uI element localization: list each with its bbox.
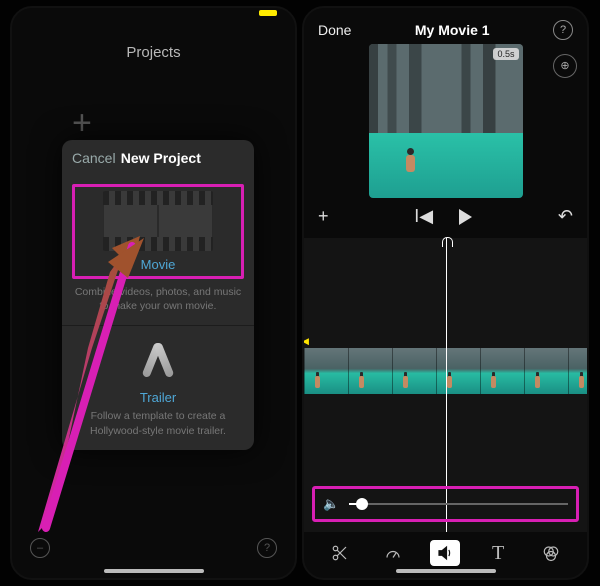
tutorial-composite: Projects + Cancel New Project Movie Comb… xyxy=(0,0,600,586)
home-indicator[interactable] xyxy=(396,569,496,573)
video-preview[interactable]: 0.5s xyxy=(369,44,523,198)
trailer-option[interactable]: Trailer Follow a template to create a Ho… xyxy=(62,325,254,449)
add-media-button[interactable]: + xyxy=(318,206,329,227)
filmstrip-icon xyxy=(103,191,213,251)
movie-option-title: Movie xyxy=(81,257,235,272)
speed-tool[interactable] xyxy=(378,540,408,566)
undo-button[interactable]: ↶ xyxy=(558,206,573,227)
cancel-button[interactable]: Cancel xyxy=(72,150,116,166)
annotation-highlight: Movie xyxy=(72,184,244,279)
volume-track[interactable] xyxy=(349,503,568,505)
clip-thumbnail[interactable] xyxy=(392,348,436,394)
home-indicator[interactable] xyxy=(104,569,204,573)
prev-frame-button[interactable]: I◀ xyxy=(414,206,433,227)
phone-projects: Projects + Cancel New Project Movie Comb… xyxy=(10,6,297,580)
clip-thumbnail[interactable] xyxy=(524,348,568,394)
volume-slider[interactable]: 🔈 xyxy=(312,486,579,522)
play-button[interactable] xyxy=(459,209,472,225)
zoom-icon[interactable]: ⊕ xyxy=(553,54,577,78)
trailer-option-title: Trailer xyxy=(72,390,244,405)
titles-tool[interactable]: T xyxy=(483,540,513,566)
done-button[interactable]: Done xyxy=(318,22,351,38)
movie-option-description: Combine videos, photos, and music to mak… xyxy=(72,285,244,313)
project-title: My Movie 1 xyxy=(351,22,553,38)
split-tool[interactable] xyxy=(325,540,355,566)
clip-thumbnail[interactable] xyxy=(436,348,480,394)
add-project-button[interactable]: + xyxy=(72,104,92,143)
volume-knob[interactable] xyxy=(356,498,368,510)
clip-thumbnail[interactable] xyxy=(568,348,589,394)
audio-tool[interactable] xyxy=(430,540,460,566)
movie-option[interactable]: Movie Combine videos, photos, and music … xyxy=(62,170,254,325)
status-indicator xyxy=(259,10,277,16)
clip-duration-badge: 0.5s xyxy=(493,48,518,60)
clip-thumbnail[interactable] xyxy=(348,348,392,394)
edit-toolbar: T xyxy=(304,540,587,566)
clip-thumbnail[interactable] xyxy=(304,348,348,394)
phone-editor: Done My Movie 1 ? ⊕ 0.5s + I◀ ↶ xyxy=(302,6,589,580)
new-project-sheet: Cancel New Project Movie Combine videos,… xyxy=(62,140,254,450)
footer-help-icon[interactable]: ? xyxy=(257,538,277,558)
filters-tool[interactable] xyxy=(536,540,566,566)
trailer-option-description: Follow a template to create a Hollywood-… xyxy=(72,409,244,437)
sheet-title: New Project xyxy=(116,150,206,166)
projects-header: Projects xyxy=(12,44,295,61)
trailer-icon xyxy=(134,340,182,384)
speaker-icon: 🔈 xyxy=(323,496,339,512)
help-icon[interactable]: ? xyxy=(553,20,573,40)
transport-controls: + I◀ ↶ xyxy=(304,206,587,227)
clip-thumbnail[interactable] xyxy=(480,348,524,394)
footer-left-icon[interactable]: – xyxy=(30,538,50,558)
